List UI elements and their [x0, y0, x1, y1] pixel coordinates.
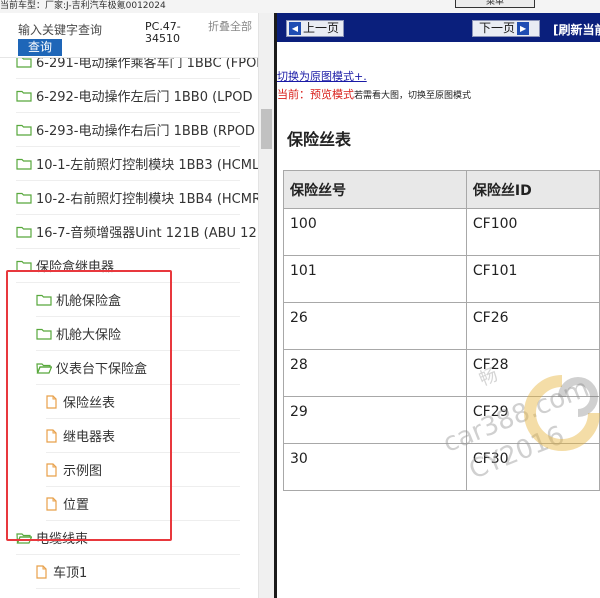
folder-icon — [36, 294, 56, 306]
tree-item[interactable]: 机舱保险盒 — [36, 283, 240, 317]
page-icon — [46, 428, 63, 443]
folder-icon — [16, 226, 36, 238]
tree-item[interactable]: 16-7-音频增强器Uint 121B (ABU 121 — [16, 215, 258, 249]
top-bar: 当前车型：厂家:J-吉利汽车极氪0012024 菜单 — [0, 0, 600, 13]
fuse-id-cell: CF28 — [465, 349, 600, 397]
tree-item-label: 保险盒继电器 — [36, 260, 115, 275]
tree-item-label: 6-292-电动操作左后门 1BB0 (LPOD 1 — [36, 90, 258, 105]
tree-item-label: 16-7-音频增强器Uint 121B (ABU 121 — [36, 226, 258, 241]
fuse-table: 保险丝号 保险丝ID 100 CF100 101 CF101 26 CF26 28 CF28 2… — [283, 170, 600, 491]
folder-icon — [16, 124, 36, 136]
mode-hint: 若需看大图，切换至原图模式 — [354, 91, 472, 101]
tree-item-label: 仪表台下保险盒 — [56, 362, 148, 377]
fuse-id-cell: CF29 — [465, 396, 600, 444]
fuse-number-cell: 100 — [283, 208, 467, 256]
search-row: 查询 PC.47-34510 折叠全部 — [0, 13, 258, 58]
tree-item[interactable]: 10-2-右前照灯控制模块 1BB4 (HCMR — [16, 181, 258, 215]
tree-item-label: 6-291-电动操作乘客车门 1BBC (FPOD — [36, 58, 258, 71]
folder-icon — [16, 260, 36, 272]
table-header-row: 保险丝号 保险丝ID — [283, 170, 600, 209]
next-page-button[interactable]: 下一页 ▶ — [472, 20, 540, 37]
fuse-id-cell: CF101 — [465, 255, 600, 303]
tree-item[interactable]: 继电器表 — [46, 419, 240, 453]
switch-original-mode-link[interactable]: 切换为原图模式+. — [277, 68, 367, 84]
search-button[interactable]: 查询 — [18, 39, 62, 56]
tree-item[interactable]: 电缆线束 — [16, 521, 240, 555]
tree-item[interactable]: 机舱大保险 — [36, 317, 240, 351]
page-nav-bar: ◀ 上一页 下一页 ▶ [刷新当前 — [277, 13, 600, 42]
collapse-all-button[interactable]: 折叠全部 — [208, 21, 252, 33]
left-panel: 查询 PC.47-34510 折叠全部 6-291-电动操作乘客车门 1BBC … — [0, 13, 274, 598]
tree-item-label: 10-2-右前照灯控制模块 1BB4 (HCMR — [36, 192, 258, 207]
tree-item[interactable]: 6-291-电动操作乘客车门 1BBC (FPOD — [16, 58, 258, 79]
table-row: 100 CF100 — [283, 208, 600, 256]
fuse-number-cell: 29 — [283, 396, 467, 444]
folder-icon — [16, 90, 36, 102]
table-row: 30 CF30 — [283, 443, 600, 491]
fuse-number-cell: 30 — [283, 443, 467, 491]
folder-icon — [16, 192, 36, 204]
arrow-right-icon: ▶ — [517, 22, 530, 35]
fuse-number-cell: 28 — [283, 349, 467, 397]
page-icon — [46, 496, 63, 511]
tree-view: 6-291-电动操作乘客车门 1BBC (FPOD 6-292-电动操作左后门 1… — [0, 58, 258, 598]
page-icon — [36, 564, 53, 579]
table-title: 保险丝表 — [287, 130, 352, 149]
mode-value: 预览模式 — [310, 88, 354, 101]
content-panel: ◀ 上一页 下一页 ▶ [刷新当前 切换为原图模式+. 当前：预览模式若需看大图… — [277, 13, 600, 598]
table-row: 26 CF26 — [283, 302, 600, 350]
column-header-fuse-id: 保险丝ID — [465, 170, 600, 209]
tree-item-label: 机舱大保险 — [56, 328, 122, 343]
refresh-link[interactable]: [刷新当前 — [553, 21, 600, 38]
menu-button[interactable]: 菜单 — [455, 0, 535, 8]
tree-item[interactable]: 6-293-电动操作右后门 1BBB (RPOD 1 — [16, 113, 258, 147]
tree-item-label: 车顶1 — [53, 566, 88, 581]
prev-page-button[interactable]: ◀ 上一页 — [286, 20, 344, 37]
fuse-id-cell: CF26 — [465, 302, 600, 350]
tree-item[interactable]: 10-1-左前照灯控制模块 1BB3 (HCML — [16, 147, 258, 181]
car-model-label: 当前车型：厂家:J-吉利汽车极氪0012024 — [0, 1, 166, 11]
tree-item[interactable]: 仪表台下保险盒 — [36, 351, 240, 385]
next-page-label: 下一页 — [479, 21, 516, 35]
tree-scrollbar[interactable] — [258, 13, 274, 598]
fuse-id-cell: CF30 — [465, 443, 600, 491]
folder-open-icon — [16, 532, 36, 544]
table-row: 101 CF101 — [283, 255, 600, 303]
table-row: 28 CF28 — [283, 349, 600, 397]
tree-item-label: 位置 — [63, 498, 90, 513]
fuse-number-cell: 26 — [283, 302, 467, 350]
page-icon — [46, 462, 63, 477]
tree-item-label: 6-293-电动操作右后门 1BBB (RPOD 1 — [36, 124, 258, 139]
tree-item-label: 示例图 — [63, 464, 103, 479]
model-code-label: PC.47-34510 — [145, 20, 181, 45]
tree-item[interactable]: 车顶1 — [36, 555, 240, 589]
tree-item-label: 电缆线束 — [36, 532, 89, 547]
tree-item[interactable]: 位置 — [46, 487, 240, 521]
table-row: 29 CF29 — [283, 396, 600, 444]
column-header-fuse-number: 保险丝号 — [283, 170, 467, 209]
tree-item-label: 机舱保险盒 — [56, 294, 122, 309]
fuse-number-cell: 101 — [283, 255, 467, 303]
scrollbar-thumb[interactable] — [261, 109, 272, 149]
mode-label: 当前： — [277, 88, 310, 101]
tree-item-label: 继电器表 — [63, 430, 116, 445]
mode-status: 当前：预览模式若需看大图，切换至原图模式 — [277, 86, 471, 102]
folder-icon — [36, 328, 56, 340]
arrow-left-icon: ◀ — [289, 22, 301, 35]
prev-page-label: 上一页 — [303, 21, 340, 35]
tree-item[interactable]: 保险丝表 — [46, 385, 240, 419]
tree-item-label: 保险丝表 — [63, 396, 116, 411]
page-icon — [46, 394, 63, 409]
tree-item[interactable]: 6-292-电动操作左后门 1BB0 (LPOD 1 — [16, 79, 258, 113]
folder-icon — [16, 58, 36, 68]
search-input[interactable] — [18, 21, 140, 39]
folder-icon — [16, 158, 36, 170]
tree-item[interactable]: 保险盒继电器 — [16, 249, 240, 283]
tree-item-label: 10-1-左前照灯控制模块 1BB3 (HCML — [36, 158, 258, 173]
folder-open-icon — [36, 362, 56, 374]
fuse-id-cell: CF100 — [465, 208, 600, 256]
tree-item[interactable]: 示例图 — [46, 453, 240, 487]
